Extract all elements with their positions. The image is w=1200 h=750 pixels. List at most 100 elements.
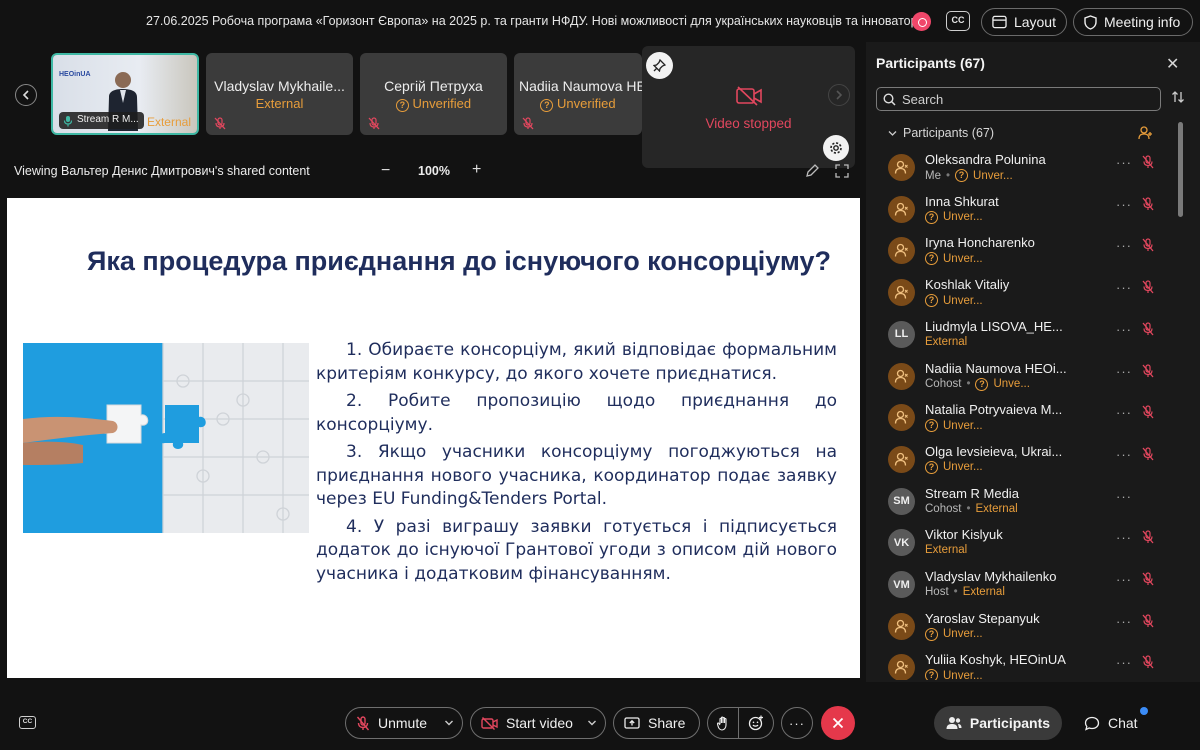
participant-name: Iryna Honcharenko [925,235,1035,251]
meeting-info-button[interactable]: Meeting info [1073,8,1193,36]
participant-row[interactable]: Oleksandra Polunina Me •? Unver... ··· [866,150,1186,190]
shared-content-label: Viewing Вальтер Денис Дмитрович's shared… [14,164,310,178]
reactions-button[interactable] [739,707,774,739]
chevron-down-icon[interactable] [587,717,597,729]
muted-microphone-icon [1142,322,1154,341]
start-video-label: Start video [506,715,573,731]
participant-row[interactable]: Iryna Honcharenko? Unver... ··· [866,233,1186,273]
participant-more-button[interactable]: ··· [1116,614,1132,629]
participant-row[interactable]: Koshlak Vitaliy? Unver... ··· [866,275,1186,315]
unverified-icon: ? [925,419,938,433]
participant-more-button[interactable]: ··· [1116,530,1132,545]
participants-icon [946,717,962,729]
start-video-button[interactable]: Start video [470,707,606,739]
share-label: Share [648,715,686,731]
participant-row[interactable]: VK Viktor Kislyuk External ··· [866,525,1186,565]
unverified-user-icon [888,279,915,307]
video-stopped-label: Video stopped [705,116,792,131]
participant-status: Unve... [993,378,1030,390]
participant-status: ? Unverified [514,96,642,112]
participant-search[interactable] [876,87,1161,111]
participant-name: Vladyslav Mykhailenko [925,569,1057,584]
meeting-title: 27.06.2025 Робоча програма «Горизонт Євр… [146,14,927,28]
participant-status: External [975,502,1018,515]
raise-hand-icon [717,716,727,731]
zoom-level: 100% [418,164,450,178]
recording-icon[interactable] [912,12,931,31]
participant-more-button[interactable]: ··· [1116,322,1132,337]
participant-more-button[interactable]: ··· [1116,572,1132,587]
closed-captions-button[interactable]: CC [946,11,970,31]
participant-more-button[interactable]: ··· [1116,364,1132,379]
unverified-user-icon [888,654,915,680]
avatar: LL [888,320,915,348]
search-input[interactable] [902,91,1142,107]
pin-icon [653,59,666,72]
panel-title: Participants (67) [876,55,985,71]
unmute-button[interactable]: Unmute [345,707,463,739]
participants-label: Participants [969,715,1051,731]
participant-more-button[interactable]: ··· [1116,405,1132,420]
chevron-down-icon[interactable] [444,717,454,729]
participants-group-toggle[interactable]: Participants (67) [888,126,994,140]
participant-more-button[interactable]: ··· [1116,197,1132,212]
share-button[interactable]: Share [613,707,700,739]
participant-tile-nadiia[interactable]: Nadiia Naumova HE ? Unverified [514,53,642,135]
participant-name: Yaroslav Stepanyuk [925,610,1040,626]
pin-button[interactable] [646,52,673,79]
muted-microphone-icon [1142,363,1154,383]
participant-row[interactable]: VM Vladyslav Mykhailenko Host • External ··· [866,567,1186,607]
sort-icon[interactable] [1171,90,1185,104]
participant-status: Unver... [943,628,983,641]
leave-meeting-button[interactable] [821,706,855,740]
participant-more-button[interactable]: ··· [1116,238,1132,253]
participant-more-button[interactable]: ··· [1116,447,1132,462]
shield-icon [1084,14,1097,30]
participant-tile-stream[interactable]: HEOinUA Stream R M... External [51,53,199,135]
heoinua-logo: HEOinUA [59,71,91,78]
muted-microphone-icon [214,117,226,130]
close-icon[interactable]: ✕ [1166,54,1179,74]
unverified-icon: ? [925,252,938,266]
participant-row[interactable]: Natalia Potryvaieva M...? Unver... ··· [866,400,1186,440]
participant-status: Unver... [943,669,983,680]
video-settings-button[interactable] [823,135,849,161]
participant-status: External [925,335,968,348]
raise-hand-button[interactable] [707,707,739,739]
shared-slide: Яка процедура приєднання до існуючого ко… [7,198,860,678]
participant-more-button[interactable]: ··· [1116,489,1132,504]
participant-more-button[interactable]: ··· [1116,655,1132,670]
participant-row[interactable]: Nadiia Naumova HEOi... Cohost •? Unve... ··· [866,359,1186,399]
participant-row[interactable]: Yaroslav Stepanyuk? Unver... ··· [866,609,1186,649]
participant-row[interactable]: Yuliia Koshyk, HEOinUA? Unver... ··· [866,650,1186,680]
next-participants-button[interactable] [828,84,850,106]
participant-more-button[interactable]: ··· [1116,155,1132,170]
annotate-icon[interactable] [805,164,819,178]
invite-person-icon[interactable] [1138,126,1153,140]
layout-button[interactable]: Layout [981,8,1067,36]
fit-to-window-icon[interactable] [835,164,849,178]
participant-meta: Cohost • External [925,503,1018,515]
zoom-out-button[interactable]: − [381,162,390,180]
participant-tile-serhii[interactable]: Сергій Петруха ? Unverified [360,53,507,135]
previous-participants-button[interactable] [15,84,37,106]
muted-microphone-icon [1142,155,1154,174]
participant-role: Me [925,169,941,182]
zoom-in-button[interactable]: + [472,161,481,179]
video-off-icon [481,716,498,730]
unread-indicator [1140,707,1148,715]
scrollbar[interactable] [1178,122,1183,217]
participant-row[interactable]: Olga Ievsieieva, Ukrai...? Unver... ··· [866,442,1186,482]
captions-toggle[interactable]: CC [19,716,36,729]
more-options-button[interactable]: ··· [781,707,813,739]
participant-row[interactable]: SM Stream R Media Cohost • External ··· [866,484,1186,524]
participants-button[interactable]: Participants [934,706,1062,740]
participant-more-button[interactable]: ··· [1116,280,1132,295]
participant-row[interactable]: Inna Shkurat? Unver... ··· [866,192,1186,232]
participant-role: Cohost [925,378,962,390]
participant-status: Unver... [943,211,983,224]
separator-dot: • [953,586,958,598]
participant-tile-vladyslav[interactable]: Vladyslav Mykhaile... External [206,53,353,135]
participant-status: Unver... [973,169,1013,182]
participant-row[interactable]: LL Liudmyla LISOVA_HE... External ··· [866,317,1186,357]
